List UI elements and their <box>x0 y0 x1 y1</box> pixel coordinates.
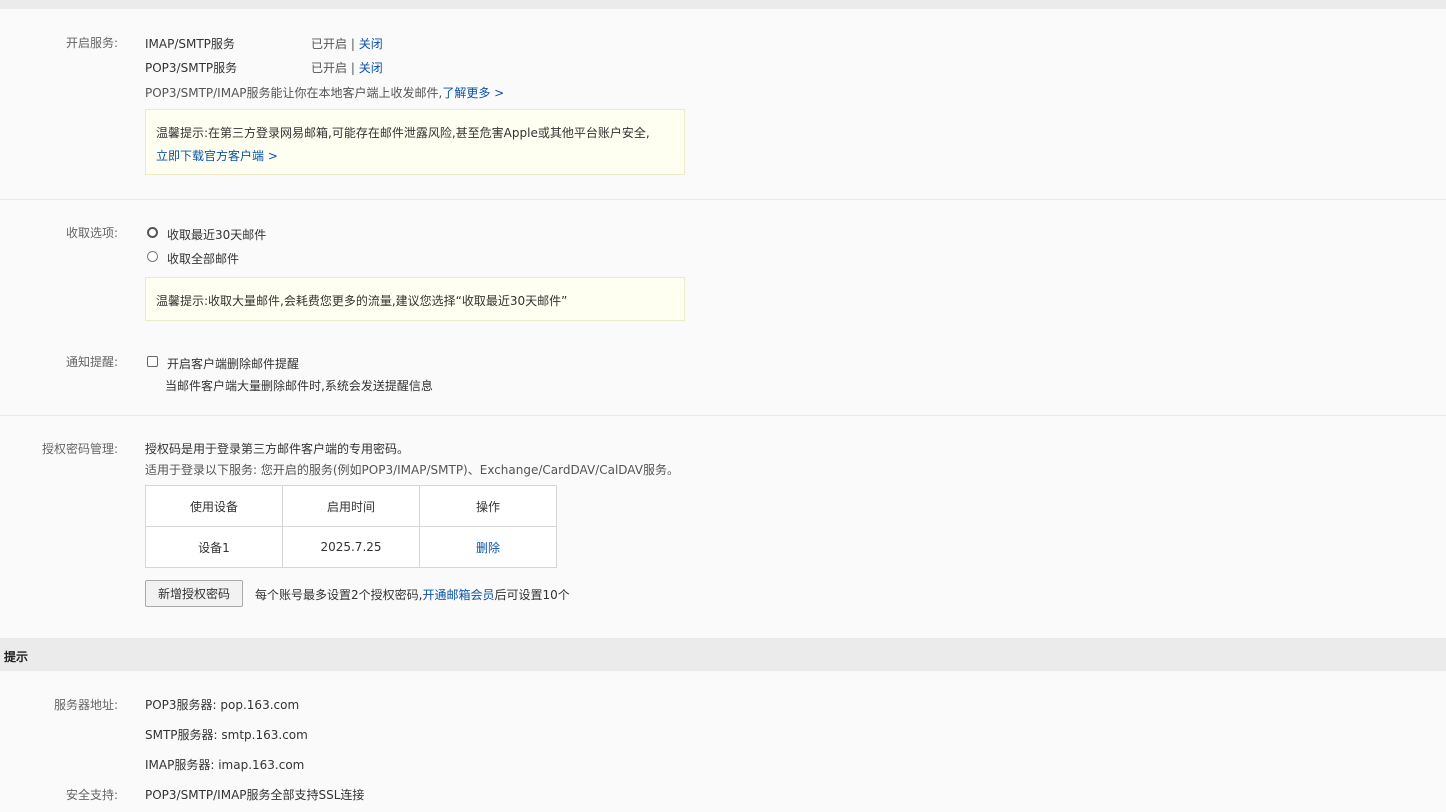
header-enable-time: 启用时间 <box>282 485 420 527</box>
imap-service-status: 已开启 | 关闭 <box>311 35 383 52</box>
radio-recent-30-days[interactable] <box>147 227 158 238</box>
pop3-service-status: 已开启 | 关闭 <box>311 59 383 76</box>
download-client-link[interactable]: 立即下载官方客户端 > <box>156 147 278 164</box>
services-desc-text: POP3/SMTP/IMAP服务能让你在本地客户端上收发邮件, <box>145 86 443 100</box>
pop3-service-name: POP3/SMTP服务 <box>145 61 238 75</box>
pop3-status-text: 已开启 <box>311 61 348 75</box>
auth-line-1: 授权码是用于登录第三方邮件客户端的专用密码。 <box>145 442 410 456</box>
auth-limit-note: 每个账号最多设置2个授权密码,开通邮箱会员后可设置10个 <box>255 586 570 603</box>
header-action: 操作 <box>419 485 557 527</box>
cell-device: 设备1 <box>145 526 283 568</box>
delete-reminder-label[interactable]: 开启客户端删除邮件提醒 <box>167 355 299 372</box>
services-tip-box: 温馨提示:在第三方登录网易邮箱,可能存在邮件泄露风险,甚至危害Apple或其他平… <box>145 109 685 175</box>
table-row: 设备1 2025.7.25 删除 <box>145 526 557 568</box>
note-suffix: 后可设置10个 <box>494 588 570 602</box>
header-device: 使用设备 <box>145 485 283 527</box>
pop3-close-link[interactable]: 关闭 <box>359 61 383 75</box>
top-bar <box>0 0 1446 9</box>
receive-label: 收取选项: <box>65 226 118 240</box>
imap-close-link[interactable]: 关闭 <box>359 37 383 51</box>
services-label: 开启服务: <box>65 36 118 50</box>
pop3-server: POP3服务器: pop.163.com <box>145 698 300 712</box>
add-auth-password-button[interactable]: 新增授权密码 <box>145 580 243 607</box>
receive-tip-box: 温馨提示:收取大量邮件,会耗费您更多的流量,建议您选择“收取最近30天邮件” <box>145 277 685 321</box>
server-address-label: 服务器地址: <box>53 698 118 712</box>
cell-date: 2025.7.25 <box>282 526 420 568</box>
radio-recent-label[interactable]: 收取最近30天邮件 <box>167 226 266 243</box>
cell-action: 删除 <box>419 526 557 568</box>
learn-more-link[interactable]: 了解更多 > <box>442 86 504 100</box>
pop3-separator: | <box>350 61 355 75</box>
auth-table: 使用设备 启用时间 操作 设备1 2025.7.25 删除 <box>145 485 557 568</box>
imap-separator: | <box>350 37 355 51</box>
security-text: POP3/SMTP/IMAP服务全部支持SSL连接 <box>145 788 365 802</box>
table-header-row: 使用设备 启用时间 操作 <box>145 485 557 527</box>
auth-line-2: 适用于登录以下服务: 您开启的服务(例如POP3/IMAP/SMTP)、Exch… <box>145 463 679 477</box>
delete-reminder-checkbox[interactable] <box>147 356 158 367</box>
hint-header: 提示 <box>0 638 1446 671</box>
imap-status-text: 已开启 <box>311 37 348 51</box>
divider <box>0 199 1446 200</box>
radio-all-label[interactable]: 收取全部邮件 <box>167 250 239 267</box>
notify-label: 通知提醒: <box>65 355 118 369</box>
note-prefix: 每个账号最多设置2个授权密码, <box>255 588 423 602</box>
delete-link[interactable]: 删除 <box>476 541 500 555</box>
radio-all-mail[interactable] <box>147 251 158 262</box>
vip-membership-link[interactable]: 开通邮箱会员 <box>422 588 494 602</box>
smtp-server: SMTP服务器: smtp.163.com <box>145 728 308 742</box>
services-tip-text: 温馨提示:在第三方登录网易邮箱,可能存在邮件泄露风险,甚至危害Apple或其他平… <box>156 126 650 140</box>
hint-title: 提示 <box>4 650 29 664</box>
delete-reminder-desc: 当邮件客户端大量删除邮件时,系统会发送提醒信息 <box>165 379 433 393</box>
imap-server: IMAP服务器: imap.163.com <box>145 758 305 772</box>
divider <box>0 415 1446 416</box>
imap-service-name: IMAP/SMTP服务 <box>145 37 235 51</box>
security-label: 安全支持: <box>65 788 118 802</box>
receive-tip-text: 温馨提示:收取大量邮件,会耗费您更多的流量,建议您选择“收取最近30天邮件” <box>156 294 568 308</box>
services-description: POP3/SMTP/IMAP服务能让你在本地客户端上收发邮件,了解更多 > <box>145 84 504 101</box>
auth-label: 授权密码管理: <box>41 442 118 456</box>
